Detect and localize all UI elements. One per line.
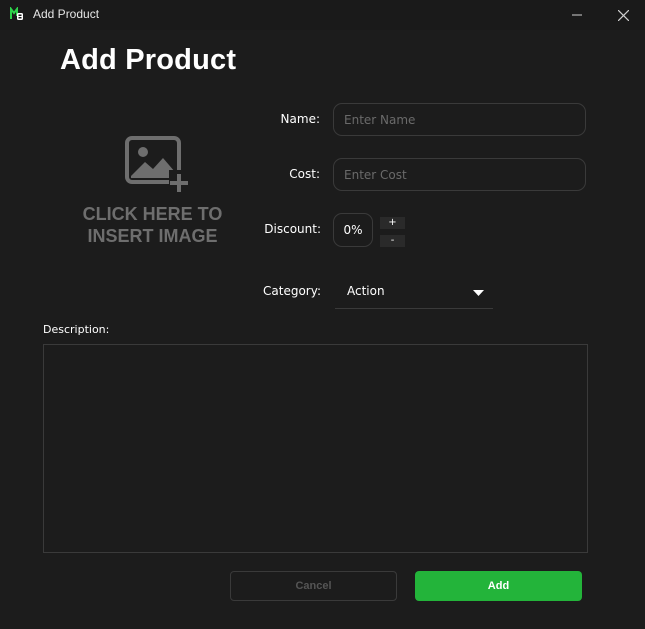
category-dropdown[interactable]: Action <box>335 275 493 309</box>
category-label: Category: <box>263 284 321 298</box>
cost-input[interactable] <box>333 158 586 191</box>
name-input[interactable] <box>333 103 586 136</box>
chevron-down-icon <box>473 290 484 296</box>
insert-image-line-2: INSERT IMAGE <box>87 226 218 246</box>
category-selected-value: Action <box>347 284 385 298</box>
description-label: Description: <box>43 323 110 336</box>
app-logo-icon <box>10 7 23 20</box>
description-textarea[interactable] <box>43 344 588 553</box>
title-bar: Add Product <box>0 0 645 30</box>
insert-image-area[interactable]: CLICK HERE TO INSERT IMAGE <box>70 130 235 255</box>
discount-increment-button[interactable]: + <box>380 217 405 229</box>
close-button[interactable] <box>600 0 645 30</box>
minimize-icon <box>572 14 582 16</box>
insert-image-line-1: CLICK HERE TO <box>82 204 223 224</box>
discount-decrement-button[interactable]: - <box>380 235 405 247</box>
name-label: Name: <box>280 112 320 126</box>
cost-label: Cost: <box>289 167 320 181</box>
discount-label: Discount: <box>264 222 321 236</box>
discount-field[interactable]: 0% <box>333 213 373 247</box>
page-title: Add Product <box>60 44 237 76</box>
cancel-button[interactable]: Cancel <box>230 571 397 601</box>
add-image-icon <box>125 136 189 192</box>
minimize-button[interactable] <box>554 0 600 30</box>
add-button[interactable]: Add <box>415 571 582 601</box>
window-title: Add Product <box>33 7 100 21</box>
insert-image-text: CLICK HERE TO INSERT IMAGE <box>70 203 235 247</box>
close-icon <box>617 9 629 21</box>
